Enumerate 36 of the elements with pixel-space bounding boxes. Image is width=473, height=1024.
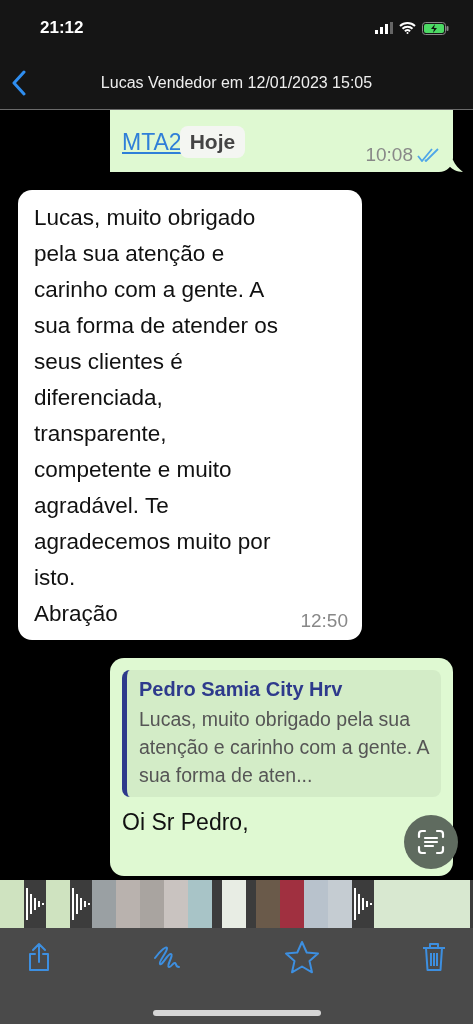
status-time: 21:12 <box>40 18 84 38</box>
photo-thumbnail[interactable] <box>328 880 352 928</box>
scan-text-icon <box>417 829 445 855</box>
photo-thumbnail[interactable] <box>446 880 470 928</box>
quote-author: Pedro Samia City Hrv <box>139 678 344 701</box>
photo-thumbnail[interactable] <box>0 880 24 928</box>
quote-text: Lucas, muito obrigado pela sua atenção e carinho com a gente. A sua forma de aten... <box>139 707 430 788</box>
photo-thumbnail[interactable] <box>222 880 246 928</box>
nav-title: Lucas Vendedor em 12/01/2023 15:05 <box>100 73 373 92</box>
message-text: Oi Sr Pedro, <box>122 809 250 836</box>
wifi-icon <box>399 22 416 34</box>
photo-thumbnail[interactable] <box>92 880 116 928</box>
signal-icon <box>375 22 393 34</box>
message-link[interactable]: MTA2 <box>122 128 182 156</box>
message-time: 10:08 <box>365 144 413 166</box>
thumbnail-strip[interactable] <box>0 880 473 928</box>
message-time: 12:50 <box>300 610 348 632</box>
photo-thumbnail[interactable] <box>164 880 188 928</box>
message-text: Lucas, muito obrigado pela sua atenção e carinho com a gente. A sua forma de atender os seus clientes é diferenciada, transparente, competente e muito agradável. Te agradecemos muito por isto. Abração <box>34 204 278 628</box>
photo-thumbnail[interactable] <box>374 880 398 928</box>
photo-thumbnail[interactable] <box>256 880 280 928</box>
back-icon[interactable] <box>12 69 26 96</box>
battery-charging-icon <box>422 21 449 35</box>
photo-thumbnail[interactable] <box>188 880 212 928</box>
markup-icon[interactable] <box>152 944 183 970</box>
share-icon[interactable] <box>27 942 51 972</box>
photo-thumbnail[interactable] <box>304 880 328 928</box>
delete-icon[interactable] <box>421 942 446 972</box>
photo-thumbnail[interactable] <box>280 880 304 928</box>
date-chip: Hoje <box>179 126 246 158</box>
photo-thumbnail[interactable] <box>140 880 164 928</box>
quoted-message[interactable]: Pedro Samia City Hrv Lucas, muito obrigado pela sua atenção e carinho com a gente. A sua forma de aten... <box>122 670 441 797</box>
photo-thumbnail[interactable] <box>46 880 70 928</box>
photo-thumbnail[interactable] <box>116 880 140 928</box>
home-indicator[interactable] <box>152 1010 321 1016</box>
favorite-star-icon[interactable] <box>284 940 321 974</box>
